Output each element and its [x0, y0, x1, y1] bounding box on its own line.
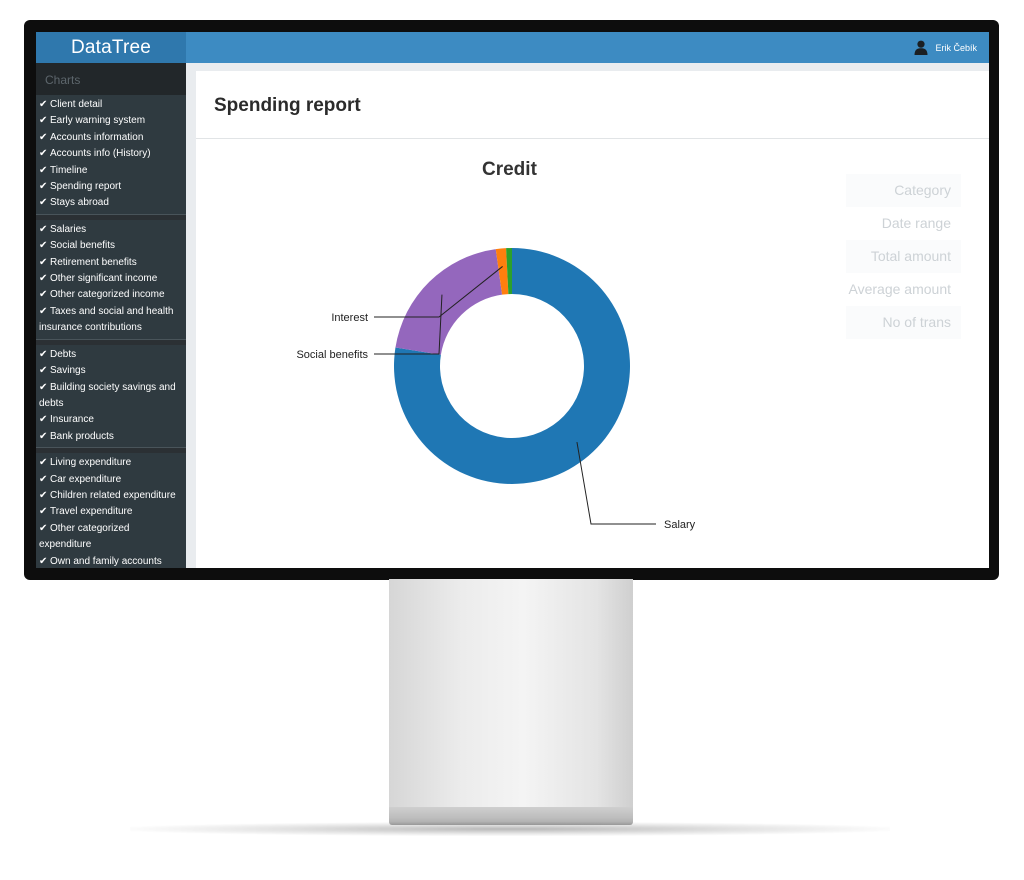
check-icon: ✔: [39, 365, 48, 377]
check-icon: ✔: [39, 473, 48, 485]
callout-label: Interest: [331, 312, 368, 324]
sidebar-item[interactable]: ✔ Retirement benefits: [36, 255, 186, 271]
check-icon: ✔: [39, 197, 48, 209]
sidebar-item[interactable]: ✔ Savings: [36, 363, 186, 379]
donut-slice-social-benefits[interactable]: [395, 249, 503, 355]
sidebar-group: ✔ Living expenditure ✔ Car expenditure ✔ Chil…: [36, 453, 186, 568]
check-icon: ✔: [39, 489, 48, 501]
sidebar-item-label: Taxes and social and health insurance co…: [39, 305, 174, 334]
check-icon: ✔: [39, 148, 48, 160]
sidebar-item-label: Client detail: [50, 99, 103, 110]
sidebar-item[interactable]: ✔ Timeline: [36, 163, 186, 179]
sidebar-item-label: Stays abroad: [50, 197, 109, 209]
info-row-category: Category: [846, 174, 961, 207]
sidebar-item[interactable]: ✔ Taxes and social and health insurance c…: [36, 304, 186, 337]
sidebar-item-label: Retirement benefits: [50, 256, 137, 268]
sidebar-item[interactable]: ✔ Living expenditure: [36, 455, 186, 471]
monitor-stand: [389, 579, 633, 811]
sidebar-item[interactable]: ✔ Children related expenditure: [36, 488, 186, 504]
sidebar-item-label: Other categorized expenditure: [39, 522, 130, 551]
sidebar-item-label: Early warning system: [50, 115, 146, 127]
sidebar-item[interactable]: ✔ Insurance: [36, 412, 186, 428]
sidebar-item-label: Living expenditure: [50, 457, 132, 469]
check-icon: ✔: [39, 348, 48, 360]
sidebar-item[interactable]: ✔ Building society savings and debts: [36, 380, 186, 413]
sidebar-item[interactable]: ✔ Spending report: [36, 179, 186, 195]
page-title: Spending report: [214, 95, 361, 116]
check-icon: ✔: [39, 457, 48, 469]
sidebar-item[interactable]: ✔ Early warning system: [36, 113, 186, 129]
sidebar-item[interactable]: ✔ Other significant income: [36, 271, 186, 287]
sidebar-item[interactable]: ✔ Bank products: [36, 429, 186, 445]
sidebar-item-label: Building society savings and debts: [39, 381, 176, 409]
sidebar-item-label: Car expenditure: [50, 473, 122, 485]
sidebar-item-label: Own and family accounts: [50, 555, 162, 567]
check-icon: ✔: [39, 414, 48, 426]
sidebar-item[interactable]: ✔ Salaries: [36, 222, 186, 238]
check-icon: ✔: [39, 99, 48, 110]
credit-donut-chart: Salary Social benefits Interest: [296, 248, 696, 531]
callout-label: Salary: [664, 519, 696, 531]
screen: DataTree Erik Čebík Charts ✔ Client detai…: [36, 32, 989, 568]
sidebar-item[interactable]: ✔ Accounts information: [36, 130, 186, 146]
brand-logo[interactable]: DataTree: [36, 32, 186, 63]
user-icon: [914, 40, 928, 55]
sidebar-item[interactable]: ✔ Car expenditure: [36, 472, 186, 488]
info-row-average-amount: Average amount: [848, 281, 951, 297]
check-icon: ✔: [39, 305, 48, 317]
stand-shadow: [130, 822, 890, 836]
sidebar-item[interactable]: ✔ Debts: [36, 347, 186, 363]
sidebar-item-label: Salaries: [50, 223, 87, 235]
callout-label: Social benefits: [296, 349, 368, 361]
sidebar-item-label: Timeline: [50, 164, 88, 176]
sidebar-item[interactable]: ✔ Other categorized income: [36, 287, 186, 303]
main-content: Spending report Credit Salary Social bene…: [196, 71, 989, 568]
check-icon: ✔: [39, 522, 48, 534]
sidebar-item[interactable]: ✔ Other categorized expenditure: [36, 521, 186, 554]
sidebar-item-label: Children related expenditure: [50, 489, 176, 501]
info-panel: Category Date range Total amount Average…: [846, 174, 961, 339]
check-icon: ✔: [39, 131, 48, 143]
check-icon: ✔: [39, 506, 48, 518]
sidebar-item[interactable]: ✔ Stays abroad: [36, 195, 186, 211]
sidebar-item-label: Accounts info (History): [50, 148, 151, 160]
sidebar: Charts ✔ Client detail ✔ Early warning syst…: [36, 63, 186, 568]
info-row-date-range: Date range: [881, 215, 951, 231]
sidebar-section-title: Charts: [36, 63, 186, 95]
sidebar-item[interactable]: ✔ Client detail: [36, 97, 186, 113]
sidebar-item[interactable]: ✔ Accounts info (History): [36, 146, 186, 162]
check-icon: ✔: [39, 289, 48, 301]
check-icon: ✔: [39, 223, 48, 235]
sidebar-item-label: Savings: [50, 365, 86, 377]
check-icon: ✔: [39, 256, 48, 268]
user-menu[interactable]: Erik Čebík: [914, 32, 977, 63]
check-icon: ✔: [39, 115, 48, 127]
check-icon: ✔: [39, 555, 48, 567]
sidebar-item-label: Other significant income: [50, 273, 158, 285]
info-row-total-amount: Total amount: [846, 240, 961, 273]
sidebar-item[interactable]: ✔ Social benefits: [36, 238, 186, 254]
sidebar-item-label: Insurance: [50, 414, 94, 426]
sidebar-item-label: Other categorized income: [50, 289, 165, 301]
check-icon: ✔: [39, 181, 48, 193]
check-icon: ✔: [39, 381, 48, 393]
sidebar-item-label: Travel expenditure: [50, 506, 133, 518]
sidebar-item[interactable]: ✔ Own and family accounts: [36, 554, 186, 568]
sidebar-item-label: Social benefits: [50, 240, 116, 252]
sidebar-group: ✔ Debts ✔ Savings ✔ Building society savings …: [36, 344, 186, 449]
check-icon: ✔: [39, 430, 48, 442]
user-name: Erik Čebík: [935, 42, 977, 53]
sidebar-item-label: Spending report: [50, 181, 122, 193]
check-icon: ✔: [39, 273, 48, 285]
sidebar-item-label: Debts: [50, 348, 77, 360]
check-icon: ✔: [39, 240, 48, 252]
top-bar: DataTree Erik Čebík: [36, 32, 989, 63]
sidebar-group: ✔ Salaries ✔ Social benefits ✔ Retirement ben…: [36, 219, 186, 340]
info-row-no-of-trans: No of trans: [846, 306, 961, 339]
sidebar-item[interactable]: ✔ Travel expenditure: [36, 504, 186, 520]
sidebar-item-label: Accounts information: [50, 131, 144, 143]
check-icon: ✔: [39, 164, 48, 176]
sidebar-item-label: Bank products: [50, 430, 114, 442]
sidebar-group: ✔ Client detail ✔ Early warning system ✔ Acco…: [36, 95, 186, 215]
